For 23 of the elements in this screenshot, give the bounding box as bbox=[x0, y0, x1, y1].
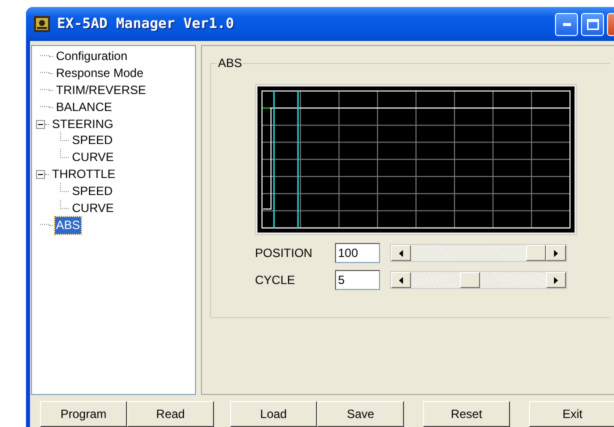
tree-item[interactable]: SPEED bbox=[71, 183, 114, 200]
tree-item[interactable]: Response Mode bbox=[55, 64, 144, 82]
tree-item[interactable]: THROTTLE bbox=[51, 166, 116, 184]
group-title: ABS bbox=[217, 56, 244, 70]
tree-item[interactable]: Configuration bbox=[55, 48, 128, 65]
tree-item[interactable]: SPEED bbox=[71, 132, 114, 150]
window-title: EX-5AD Manager Ver1.0 bbox=[57, 16, 234, 32]
field-label: POSITION bbox=[255, 246, 314, 260]
action-button[interactable]: Reset bbox=[423, 401, 510, 427]
action-button[interactable]: Save bbox=[317, 401, 404, 427]
action-button[interactable]: Read bbox=[127, 401, 214, 427]
action-button[interactable]: Exit bbox=[529, 401, 614, 427]
tree-item[interactable]: TRIM/REVERSE bbox=[55, 82, 148, 99]
action-button[interactable]: Load bbox=[230, 401, 317, 427]
tree-item[interactable]: BALANCE bbox=[55, 98, 114, 116]
input-field[interactable]: 5 bbox=[335, 270, 380, 290]
tree-item[interactable]: CURVE bbox=[71, 149, 115, 166]
action-button[interactable]: Program bbox=[40, 401, 127, 427]
tree-item[interactable]: ABS bbox=[55, 216, 82, 234]
tree-item[interactable]: CURVE bbox=[71, 200, 115, 217]
input-field[interactable]: 100 bbox=[335, 243, 380, 263]
tree-item[interactable]: STEERING bbox=[51, 116, 114, 132]
field-label: CYCLE bbox=[255, 273, 296, 287]
